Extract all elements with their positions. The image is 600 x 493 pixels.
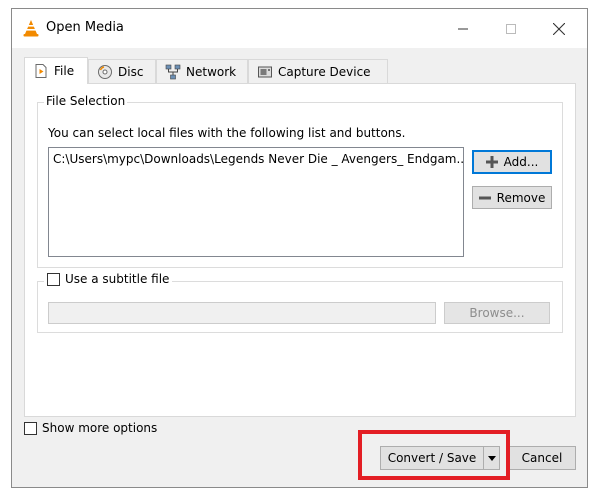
tab-disc-label: Disc <box>118 64 144 79</box>
add-file-button[interactable]: Add... <box>472 150 552 174</box>
minimize-button[interactable] <box>440 9 486 48</box>
disc-icon <box>98 64 112 79</box>
subtitle-checkbox[interactable] <box>47 272 60 286</box>
title-bar: Open Media <box>12 9 587 48</box>
subtitle-group: Use a subtitle file Browse... <box>37 272 563 333</box>
chevron-down-icon <box>487 455 496 461</box>
plus-icon <box>485 156 498 168</box>
tab-network-label: Network <box>186 64 237 79</box>
vlc-cone-icon <box>23 20 39 37</box>
subtitle-path-input <box>48 302 436 324</box>
capture-device-icon <box>258 66 272 77</box>
list-item[interactable]: C:\Users\mypc\Downloads\Legends Never Di… <box>53 152 463 166</box>
file-selection-label: File Selection <box>44 94 128 108</box>
file-icon <box>35 64 47 78</box>
convert-save-button[interactable]: Convert / Save <box>380 446 484 470</box>
minimize-icon <box>458 28 468 29</box>
tab-network[interactable]: Network <box>156 59 248 83</box>
tab-disc[interactable]: Disc <box>88 59 156 83</box>
network-icon <box>165 64 181 79</box>
subtitle-checkbox-label[interactable]: Use a subtitle file <box>65 272 169 286</box>
file-selection-hint: You can select local files with the foll… <box>48 126 406 140</box>
remove-button-label: Remove <box>496 190 546 205</box>
close-icon <box>553 22 565 35</box>
show-more-options-label[interactable]: Show more options <box>42 421 157 435</box>
browse-button: Browse... <box>444 302 550 324</box>
show-more-options-checkbox[interactable] <box>24 421 37 435</box>
close-button[interactable] <box>536 9 582 48</box>
tab-file[interactable]: File <box>24 57 88 84</box>
tab-capture-device[interactable]: Capture Device <box>248 59 388 83</box>
cancel-button[interactable]: Cancel <box>508 446 576 470</box>
file-list[interactable]: C:\Users\mypc\Downloads\Legends Never Di… <box>48 147 464 257</box>
maximize-button[interactable] <box>488 9 534 48</box>
cancel-button-label: Cancel <box>521 451 563 465</box>
minus-icon <box>478 196 491 199</box>
file-tab-panel: File Selection You can select local file… <box>24 83 576 417</box>
file-selection-group: File Selection You can select local file… <box>37 94 563 268</box>
browse-button-label: Browse... <box>469 306 525 320</box>
convert-save-label: Convert / Save <box>387 451 477 465</box>
remove-file-button[interactable]: Remove <box>472 186 552 209</box>
show-more-options[interactable]: Show more options <box>24 421 157 435</box>
open-media-dialog: Open Media File Disc Network Capture Dev… <box>11 8 588 488</box>
tab-capture-device-label: Capture Device <box>278 64 371 79</box>
subtitle-checkbox-row[interactable]: Use a subtitle file <box>44 272 173 286</box>
maximize-icon <box>506 23 516 34</box>
add-button-label: Add... <box>503 155 539 169</box>
tab-file-label: File <box>54 64 75 78</box>
window-title: Open Media <box>46 20 124 35</box>
convert-save-dropdown[interactable] <box>484 446 500 470</box>
